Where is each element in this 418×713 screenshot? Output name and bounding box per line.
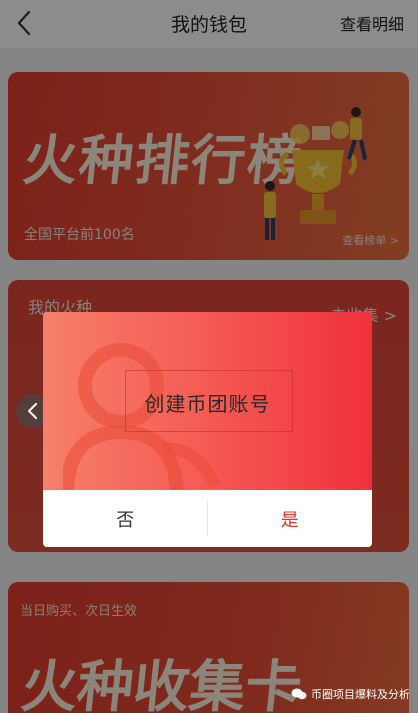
watermark: 币圈项目爆料及分析 [291, 686, 410, 702]
create-account-dialog: 创建币团账号 否 是 [43, 312, 372, 547]
yes-button[interactable]: 是 [208, 490, 373, 547]
no-button[interactable]: 否 [43, 490, 208, 547]
chevron-left-icon [28, 403, 37, 419]
watermark-text: 币圈项目爆料及分析 [311, 688, 410, 701]
button-divider [207, 500, 208, 536]
dialog-message: 创建币团账号 [144, 392, 271, 416]
wallet-page: 我的钱包 查看明细 火种排行榜 全国平台前100名 查看榜单 > 我的火种 > … [0, 0, 418, 713]
chat-bubble-icon [291, 688, 307, 700]
dialog-header: 创建币团账号 [43, 312, 372, 490]
